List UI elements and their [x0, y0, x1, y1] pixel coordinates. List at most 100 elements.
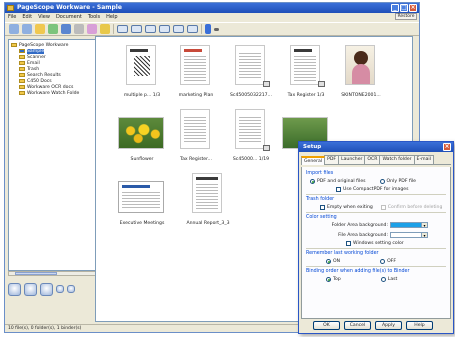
tab-email[interactable]: E-mail	[413, 155, 434, 164]
file-area-color-picker[interactable]: ▾	[390, 232, 428, 238]
dialog-tabs: General PDF Launcher OCR Watch folder E-…	[301, 155, 451, 165]
view-thumbnail-icon[interactable]	[187, 25, 198, 33]
remember-folder-group: Remember last working folder ON OFF	[306, 251, 396, 264]
folder-area-color-picker[interactable]: ▾	[390, 222, 428, 228]
view-list-icon[interactable]	[159, 25, 170, 33]
file-tile[interactable]: Sunflower	[114, 109, 170, 173]
apply-button[interactable]: Apply	[375, 321, 402, 330]
view-medium-icon[interactable]	[131, 25, 142, 33]
color-setting-group: Color setting Folder Area background: ▾ …	[306, 215, 446, 247]
email-icon[interactable]	[87, 24, 97, 34]
divider	[306, 248, 446, 249]
help-button[interactable]: Help	[406, 321, 433, 330]
binder-icon[interactable]	[100, 24, 110, 34]
view-detail-icon[interactable]	[173, 25, 184, 33]
checkbox-windows-color[interactable]	[346, 240, 351, 246]
checkbox-empty-when-exiting[interactable]	[320, 204, 325, 210]
file-tile[interactable]: SKINTONE2001...	[333, 45, 389, 109]
checkbox-confirm-before-deleting[interactable]	[380, 204, 386, 210]
tab-pdf[interactable]: PDF	[324, 155, 340, 164]
toolbar-separator	[201, 24, 202, 34]
dialog-title-bar[interactable]: Setup ×	[299, 142, 453, 152]
menu-help[interactable]: Help	[106, 13, 117, 21]
restore-button[interactable]: Restore	[395, 13, 417, 20]
cancel-button[interactable]: Cancel	[344, 321, 371, 330]
radio-only-pdf[interactable]	[379, 178, 385, 184]
file-tile[interactable]: Annual Report_3_3	[180, 173, 236, 237]
menu-document[interactable]: Document	[56, 13, 82, 21]
sort-icon[interactable]	[205, 24, 211, 34]
view-large-icon[interactable]	[117, 25, 128, 33]
window-controls: _ □ ×	[391, 4, 417, 12]
refresh-icon[interactable]	[48, 24, 58, 34]
tab-general[interactable]: General	[301, 156, 326, 165]
file-tile[interactable]: Executive Meetings	[114, 173, 170, 237]
divider	[306, 212, 446, 213]
minimize-icon[interactable]: _	[391, 4, 399, 12]
document-thumbnail	[290, 45, 320, 85]
tree-item-watch-folder[interactable]: Workware Watch Folde	[11, 90, 95, 96]
view-small-icon[interactable]	[145, 25, 156, 33]
radio-binding-last[interactable]	[380, 276, 386, 282]
document-thumbnail	[126, 45, 156, 85]
checkbox-use-compact-pdf[interactable]	[336, 186, 341, 192]
cd-shortcut-icon[interactable]	[67, 285, 75, 293]
disk-shortcut-icon[interactable]	[56, 285, 64, 293]
tree-scrollbar[interactable]	[8, 271, 98, 276]
search-folder-icon	[19, 72, 25, 78]
file-tile[interactable]: Tax Register...	[168, 109, 224, 173]
binder-badge-icon	[318, 81, 325, 87]
app-icon	[7, 5, 14, 11]
binder-badge-icon	[263, 145, 270, 151]
scrollbar-thumb[interactable]	[15, 272, 57, 275]
import-files-group: Import files PDF and original files Only…	[306, 171, 416, 192]
radio-remember-off[interactable]	[380, 258, 386, 264]
print-icon[interactable]	[74, 24, 84, 34]
shortcut-bar	[8, 280, 98, 298]
screenshot: PageScope Workware - Sample _ □ × File E…	[0, 0, 455, 337]
chevron-down-icon: ▾	[421, 233, 427, 238]
close-icon[interactable]: ×	[443, 143, 451, 151]
radio-pdf-and-original[interactable]	[310, 178, 315, 184]
forward-icon[interactable]	[22, 24, 32, 34]
folder-icon	[11, 42, 17, 48]
file-tile[interactable]: marketing Plan	[168, 45, 224, 109]
tab-launcher[interactable]: Launcher	[338, 155, 366, 164]
radio-binding-top[interactable]	[326, 276, 331, 282]
document-thumbnail	[235, 45, 265, 85]
tab-ocr[interactable]: OCR	[364, 155, 381, 164]
photo-thumbnail	[118, 117, 164, 149]
toolbar-separator	[113, 24, 114, 34]
menu-file[interactable]: File	[8, 13, 16, 21]
close-icon[interactable]: ×	[409, 4, 417, 12]
copier-shortcut-icon[interactable]	[40, 282, 53, 296]
folder-tree: PageScope Workware Sample Scanner Email …	[8, 39, 98, 271]
menu-edit[interactable]: Edit	[22, 13, 32, 21]
folder-up-icon[interactable]	[35, 24, 45, 34]
scanner-shortcut-icon[interactable]	[8, 282, 21, 296]
folder-icon	[19, 90, 25, 96]
file-tile[interactable]: Tax Register 1/3	[278, 45, 334, 109]
chevron-down-icon[interactable]	[214, 27, 219, 31]
tab-watch-folder[interactable]: Watch folder	[379, 155, 415, 164]
printer-shortcut-icon[interactable]	[24, 282, 37, 296]
general-panel: Import files PDF and original files Only…	[301, 167, 451, 319]
file-tile[interactable]: Sc45005032217...	[223, 45, 279, 109]
document-thumbnail	[192, 173, 222, 213]
document-thumbnail	[180, 109, 210, 149]
menu-view[interactable]: View	[38, 13, 50, 21]
window-title: PageScope Workware - Sample	[17, 4, 122, 11]
ok-button[interactable]: OK	[313, 321, 340, 330]
title-bar[interactable]: PageScope Workware - Sample _ □ ×	[5, 3, 419, 13]
scan-icon[interactable]	[61, 24, 71, 34]
file-tile[interactable]: Sc45000... 1/19	[223, 109, 279, 173]
file-tile[interactable]: multiple p... 1/3	[114, 45, 170, 109]
folder-icon	[19, 78, 25, 84]
chevron-down-icon: ▾	[421, 223, 427, 228]
radio-remember-on[interactable]	[326, 258, 331, 264]
back-icon[interactable]	[9, 24, 19, 34]
folder-icon	[19, 54, 25, 60]
document-thumbnail	[180, 45, 210, 85]
menu-tools[interactable]: Tools	[88, 13, 100, 21]
maximize-icon[interactable]: □	[400, 4, 408, 12]
